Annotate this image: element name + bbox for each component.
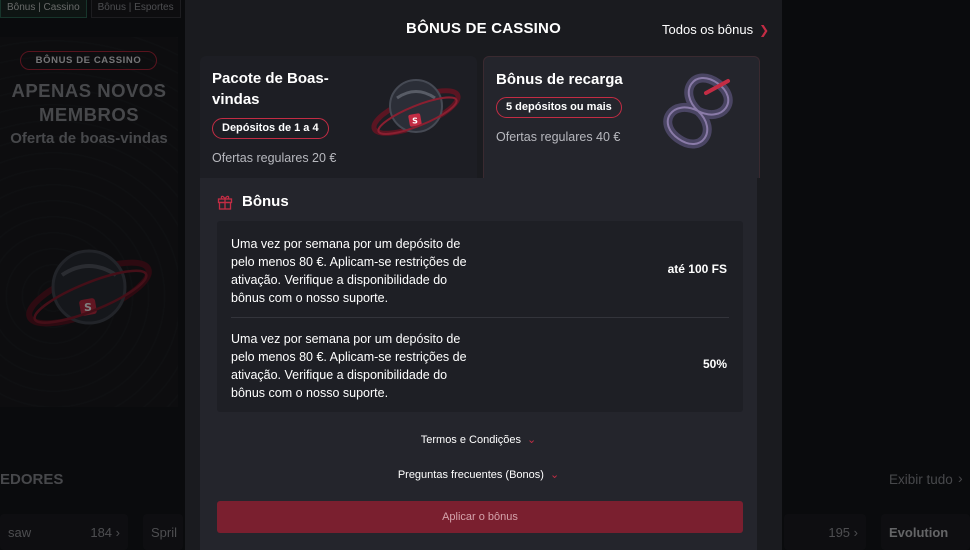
gift-icon bbox=[217, 195, 233, 210]
bonus-conditions-table: Uma vez por semana por um depósito de pe… bbox=[217, 221, 743, 412]
regular-offer-text: Ofertas regulares 40 € bbox=[496, 130, 621, 144]
card-title: Pacote de Boas-vindas bbox=[212, 70, 329, 108]
table-row: Uma vez por semana por um depósito de pe… bbox=[217, 221, 743, 318]
terms-toggle[interactable]: Termos e Condições ⌄ bbox=[200, 433, 757, 446]
all-bonuses-link[interactable]: Todos os bônus ❯ bbox=[662, 22, 769, 37]
bonus-value: 50% bbox=[702, 357, 727, 371]
chevron-down-icon: ⌄ bbox=[549, 469, 560, 481]
page: Bônus | Cassino Bônus | Esportes BÔNUS D… bbox=[0, 0, 970, 550]
apply-bonus-button[interactable]: Aplicar o bônus bbox=[217, 501, 743, 533]
svg-text:S: S bbox=[412, 117, 418, 126]
card-title: Bônus de recarga bbox=[496, 71, 623, 88]
all-bonuses-label: Todos os bônus bbox=[662, 22, 754, 37]
deposit-orb-image: S bbox=[371, 79, 461, 136]
welcome-package-card[interactable]: Pacote de Boas-vindas Depósitos de 1 a 4… bbox=[200, 56, 477, 178]
chevron-down-icon: ⌄ bbox=[527, 434, 537, 446]
bonus-condition-text: Uma vez por semana por um depósito de pe… bbox=[231, 237, 467, 305]
reload-bonus-card[interactable]: Bônus de recarga 5 depósitos ou mais Ofe… bbox=[483, 56, 760, 178]
bonus-section-header: Bônus bbox=[217, 193, 289, 210]
bonus-modal: BÔNUS DE CASSINO Todos os bônus ❯ Pacote… bbox=[185, 0, 782, 550]
terms-label: Termos e Condições bbox=[420, 434, 522, 446]
bonus-details-panel: Bônus Uma vez por semana por um depósito… bbox=[200, 178, 757, 550]
faq-toggle[interactable]: Preguntas frecuentes (Bonos) ⌄ bbox=[200, 468, 757, 481]
bonus-condition-text: Uma vez por semana por um depósito de pe… bbox=[231, 332, 467, 400]
reload-infinity-image bbox=[663, 73, 733, 149]
bonus-value: até 100 FS bbox=[667, 262, 727, 276]
bonus-section-title: Bônus bbox=[242, 193, 289, 210]
deposit-range-badge: 5 depósitos ou mais bbox=[496, 97, 622, 118]
faq-label: Preguntas frecuentes (Bonos) bbox=[397, 469, 544, 481]
deposit-range-badge: Depósitos de 1 a 4 bbox=[212, 118, 329, 139]
regular-offer-text: Ofertas regulares 20 € bbox=[212, 151, 337, 165]
table-row: Uma vez por semana por um depósito de pe… bbox=[217, 316, 743, 412]
chevron-right-icon: ❯ bbox=[759, 22, 770, 37]
